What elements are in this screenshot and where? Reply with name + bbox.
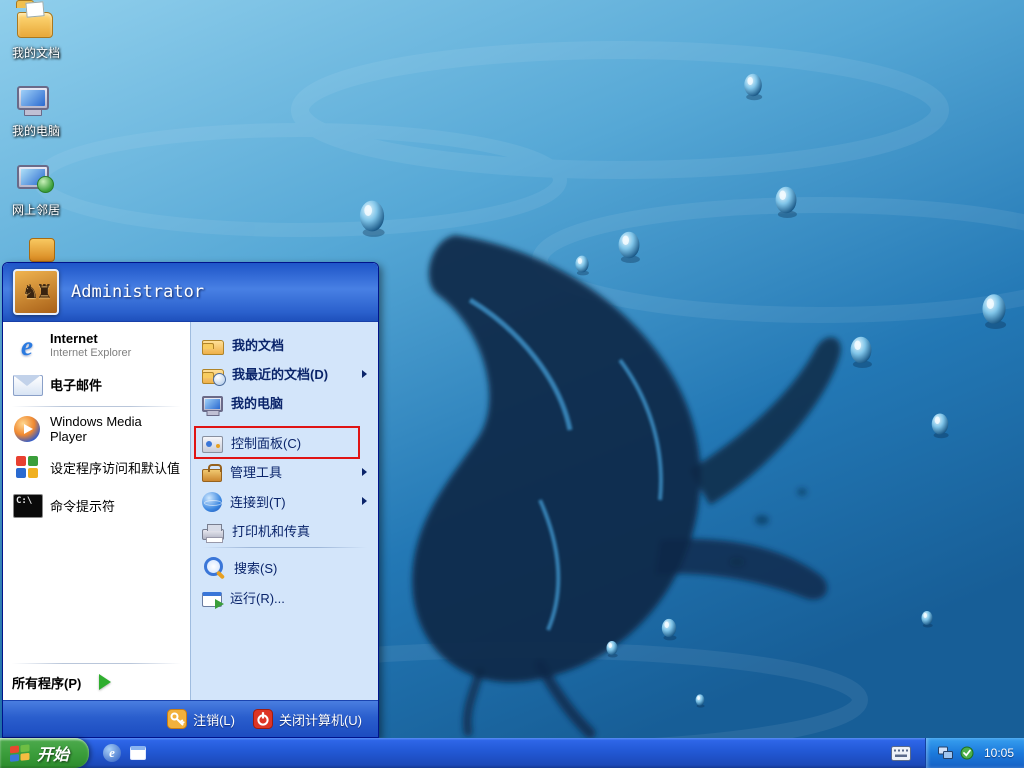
email-icon xyxy=(12,369,42,399)
item-title: 控制面板(C) xyxy=(231,433,301,452)
log-off-label: 注销(L) xyxy=(193,710,235,729)
shut-down-label: 关闭计算机(U) xyxy=(279,710,362,729)
item-title: 命令提示符 xyxy=(50,496,115,515)
desktop-icon-label: 网上邻居 xyxy=(12,201,60,218)
start-menu-item-email[interactable]: 电子邮件 xyxy=(6,365,187,403)
username-label: Administrator xyxy=(71,282,204,302)
log-off-icon xyxy=(167,709,187,729)
item-title: 连接到(T) xyxy=(230,492,286,511)
start-menu-item-command-prompt[interactable]: 命令提示符 xyxy=(6,486,187,524)
submenu-arrow-icon xyxy=(362,497,367,505)
item-title: 我的文档 xyxy=(232,335,284,354)
desktop-icon-label: 我的文档 xyxy=(12,44,60,61)
start-menu-body: Internet Internet Explorer 电子邮件 Windows … xyxy=(3,321,378,700)
control-panel-icon xyxy=(202,436,223,453)
all-programs-button[interactable]: 所有程序(P) xyxy=(6,667,187,697)
network-places-icon xyxy=(17,165,49,189)
input-method-icon[interactable] xyxy=(891,746,911,761)
item-title: 管理工具 xyxy=(230,462,282,481)
taskbar: 开始 10:05 xyxy=(0,738,1024,768)
hidden-desktop-icon xyxy=(29,238,55,262)
desktop-icon-my-documents[interactable]: 我的文档 xyxy=(4,6,68,61)
desktop-icon-my-computer[interactable]: 我的电脑 xyxy=(4,84,68,139)
menu-separator xyxy=(12,663,181,664)
program-access-icon xyxy=(12,452,42,482)
item-title: 设定程序访问和默认值 xyxy=(50,458,180,477)
admin-tools-icon xyxy=(202,469,222,482)
my-computer-icon xyxy=(202,396,223,412)
start-button-label: 开始 xyxy=(37,741,69,765)
start-menu-item-search[interactable]: 搜索(S) xyxy=(196,551,373,583)
connect-to-icon xyxy=(202,492,222,512)
desktop-icon-label: 我的电脑 xyxy=(12,122,60,139)
window-icon xyxy=(130,746,146,760)
item-title: 搜索(S) xyxy=(234,558,277,577)
taskbar-clock: 10:05 xyxy=(981,746,1014,760)
start-menu-footer: 注销(L) 关闭计算机(U) xyxy=(3,700,378,737)
printers-and-faxes-icon xyxy=(202,529,224,540)
item-title: Windows Media Player xyxy=(50,414,181,444)
log-off-button[interactable]: 注销(L) xyxy=(167,709,235,729)
desktop-icon-network-places[interactable]: 网上邻居 xyxy=(4,163,68,218)
desktop: 我的文档 我的电脑 网上邻居 Administrator Internet In… xyxy=(0,0,1024,768)
command-prompt-icon xyxy=(12,490,42,520)
windows-media-player-icon xyxy=(12,414,42,444)
item-title: 我最近的文档(D) xyxy=(232,364,328,383)
quick-launch-bar xyxy=(93,744,157,762)
my-documents-icon xyxy=(17,12,53,38)
system-tray: 10:05 xyxy=(925,738,1024,768)
shut-down-icon xyxy=(253,709,273,729)
start-button[interactable]: 开始 xyxy=(0,738,89,768)
start-menu: Administrator Internet Internet Explorer… xyxy=(2,262,379,738)
internet-explorer-icon xyxy=(12,331,42,361)
start-menu-item-admin-tools[interactable]: 管理工具 xyxy=(196,457,373,486)
quick-launch-ie-icon[interactable] xyxy=(103,744,121,762)
search-icon xyxy=(202,555,226,579)
my-computer-icon xyxy=(17,86,49,110)
start-menu-item-my-computer[interactable]: 我的电脑 xyxy=(196,388,373,416)
recent-documents-icon xyxy=(202,369,224,384)
desktop-icon-partially-hidden[interactable] xyxy=(10,238,74,262)
item-title: 打印机和传真 xyxy=(232,521,310,540)
run-icon xyxy=(202,592,222,607)
submenu-arrow-icon xyxy=(362,468,367,476)
start-menu-item-media-player[interactable]: Windows Media Player xyxy=(6,410,187,448)
start-menu-header: Administrator xyxy=(3,263,378,321)
item-title: 电子邮件 xyxy=(50,375,102,394)
start-menu-item-printers[interactable]: 打印机和传真 xyxy=(196,516,373,544)
start-menu-item-program-access[interactable]: 设定程序访问和默认值 xyxy=(6,448,187,486)
my-documents-icon xyxy=(202,340,224,355)
spacer xyxy=(6,524,187,660)
quick-launch-explorer-icon[interactable] xyxy=(129,744,147,762)
shut-down-button[interactable]: 关闭计算机(U) xyxy=(253,709,362,729)
start-menu-places-column: 我的文档 我最近的文档(D) 我的电脑 控制面板(C) xyxy=(190,322,378,700)
start-menu-item-control-panel[interactable]: 控制面板(C) xyxy=(196,428,373,457)
start-menu-item-recent-documents[interactable]: 我最近的文档(D) xyxy=(196,359,373,388)
item-title: 运行(R)... xyxy=(230,588,285,607)
start-menu-item-my-documents[interactable]: 我的文档 xyxy=(196,330,373,359)
user-avatar xyxy=(13,269,59,315)
start-menu-pinned-column: Internet Internet Explorer 电子邮件 Windows … xyxy=(3,322,190,700)
start-menu-item-run[interactable]: 运行(R)... xyxy=(196,583,373,611)
item-title: Internet xyxy=(50,332,131,347)
start-menu-item-connect-to[interactable]: 连接到(T) xyxy=(196,486,373,516)
item-subtitle: Internet Explorer xyxy=(50,347,131,360)
menu-separator xyxy=(202,547,367,548)
all-programs-label: 所有程序(P) xyxy=(12,673,81,692)
windows-logo-icon xyxy=(9,743,31,763)
tray-volume-icon[interactable] xyxy=(960,746,974,760)
item-title: 我的电脑 xyxy=(231,393,283,412)
menu-separator xyxy=(12,406,181,407)
tray-network-icon[interactable] xyxy=(938,746,953,760)
all-programs-arrow-icon xyxy=(99,674,111,690)
start-menu-item-internet[interactable]: Internet Internet Explorer xyxy=(6,327,187,365)
submenu-arrow-icon xyxy=(362,370,367,378)
